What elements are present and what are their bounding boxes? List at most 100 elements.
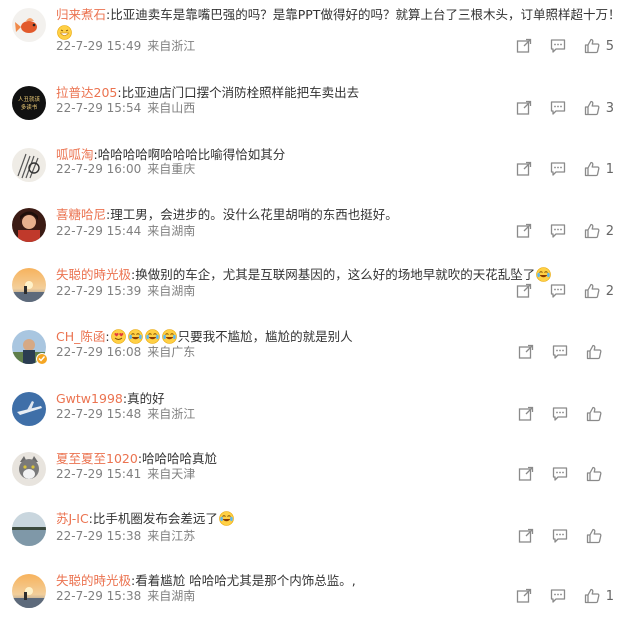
share-button[interactable] [516, 160, 532, 178]
share-icon [516, 38, 532, 54]
like-button[interactable]: 5 [584, 37, 614, 55]
verified-badge-icon [36, 353, 48, 365]
reply-button[interactable] [552, 343, 568, 361]
reply-button[interactable] [552, 465, 568, 483]
share-button[interactable] [516, 99, 532, 117]
like-button[interactable] [586, 405, 614, 423]
thumbs-up-icon [586, 466, 602, 482]
username-link[interactable]: 夏至夏至1020 [56, 451, 138, 466]
avatar[interactable] [12, 512, 46, 546]
comment-body: 真的好 [127, 391, 165, 406]
comment-icon [550, 283, 566, 299]
comment-location: 来自湖南 [147, 589, 196, 603]
share-button[interactable] [516, 37, 532, 55]
comment-meta: 22-7-29 15:38 来自江苏 [56, 528, 195, 544]
laugh-cry-emoji-icon [219, 511, 234, 526]
username-link[interactable]: 归来煮石 [56, 7, 106, 22]
comment-body: 哈哈哈哈啊哈哈哈比喻得恰如其分 [97, 147, 286, 162]
smile-heart-emoji-icon [110, 329, 126, 344]
like-count: 3 [605, 100, 614, 116]
comment-timestamp: 22-7-29 16:00 [56, 162, 142, 176]
like-count: 1 [605, 161, 614, 177]
comment-timestamp: 22-7-29 15:38 [56, 529, 142, 543]
like-count: 1 [605, 588, 614, 604]
share-icon [516, 161, 532, 177]
comment-meta: 22-7-29 15:39 来自湖南 [56, 283, 195, 299]
avatar[interactable] [12, 574, 46, 608]
reply-button[interactable] [552, 527, 568, 545]
reply-button[interactable] [550, 37, 566, 55]
laugh-cry-emoji-icon [536, 267, 552, 282]
reply-button[interactable] [550, 160, 566, 178]
laugh-cry-emoji-icon [144, 329, 160, 344]
reply-button[interactable] [550, 222, 566, 240]
comment-actions: 5 [498, 37, 614, 55]
comment-meta: 22-7-29 15:49 来自浙江 [56, 38, 195, 54]
comment-timestamp: 22-7-29 15:49 [56, 39, 142, 53]
comment-timestamp: 22-7-29 15:54 [56, 101, 142, 115]
share-button[interactable] [516, 587, 532, 605]
share-icon [516, 100, 532, 116]
like-button[interactable]: 2 [584, 282, 614, 300]
like-button[interactable] [586, 343, 614, 361]
comment-actions [500, 465, 614, 483]
like-button[interactable]: 3 [584, 99, 614, 117]
reply-button[interactable] [550, 99, 566, 117]
comment-icon [550, 38, 566, 54]
share-button[interactable] [516, 282, 532, 300]
like-button[interactable]: 1 [584, 160, 614, 178]
comment-body: 只要我不尴尬，尴尬的就是别人 [177, 329, 353, 344]
username-link[interactable]: 拉普达205 [56, 85, 117, 100]
share-button[interactable] [518, 465, 534, 483]
comment-icon [550, 223, 566, 239]
thumbs-up-icon [584, 283, 600, 299]
comment-body: 看着尴尬 哈哈哈尤其是那个内饰总监。, [135, 573, 356, 588]
username-link[interactable]: Gwtw1998 [56, 391, 123, 406]
comment-location: 来自江苏 [147, 529, 196, 543]
avatar[interactable] [12, 148, 46, 182]
comment-meta: 22-7-29 15:54 来自山西 [56, 100, 195, 116]
reply-button[interactable] [550, 282, 566, 300]
comment-actions [500, 405, 614, 423]
share-button[interactable] [516, 222, 532, 240]
comment-list: 归来煮石: 比亚迪卖车是靠嘴巴强的吗？是靠PPT做得好的吗？就算上台了三根木头，订… [0, 0, 628, 617]
username-link[interactable]: 喜糖哈尼 [56, 207, 106, 222]
comment-meta: 22-7-29 16:08 来自广东 [56, 344, 195, 360]
avatar[interactable] [12, 452, 46, 486]
like-button[interactable] [586, 465, 614, 483]
like-button[interactable]: 1 [584, 587, 614, 605]
comment-actions: 1 [498, 587, 614, 605]
avatar[interactable] [12, 8, 46, 42]
username-link[interactable]: 苏J-IC [56, 511, 89, 526]
reply-button[interactable] [550, 587, 566, 605]
username-link[interactable]: 失聪的時光极 [56, 573, 131, 588]
avatar[interactable] [12, 392, 46, 426]
share-button[interactable] [518, 405, 534, 423]
username-link[interactable]: CH_陈函 [56, 329, 105, 344]
comment-actions: 1 [498, 160, 614, 178]
comment-meta: 22-7-29 15:44 来自湖南 [56, 223, 195, 239]
thumbs-up-icon [584, 100, 600, 116]
username-link[interactable]: 呱呱淘 [56, 147, 94, 162]
comment-meta: 22-7-29 15:41 来自天津 [56, 466, 195, 482]
svg-text:多读书: 多读书 [21, 103, 38, 111]
reply-button[interactable] [552, 405, 568, 423]
comment-icon [550, 588, 566, 604]
share-icon [518, 528, 534, 544]
share-icon [516, 223, 532, 239]
username-link[interactable]: 失聪的時光极 [56, 267, 131, 282]
avatar[interactable] [12, 268, 46, 302]
thumbs-up-icon [584, 588, 600, 604]
comment-body: 比亚迪店门口摆个消防栓照样能把车卖出去 [121, 85, 360, 100]
avatar[interactable]: 人丑就该 多读书 [12, 86, 46, 120]
share-button[interactable] [518, 527, 534, 545]
comment-icon [550, 161, 566, 177]
thumbs-up-icon [584, 223, 600, 239]
like-button[interactable] [586, 527, 614, 545]
thumbs-up-icon [586, 344, 602, 360]
comment-location: 来自天津 [147, 467, 196, 481]
like-button[interactable]: 2 [584, 222, 614, 240]
share-button[interactable] [518, 343, 534, 361]
avatar[interactable] [12, 208, 46, 242]
comment-location: 来自湖南 [147, 224, 196, 238]
